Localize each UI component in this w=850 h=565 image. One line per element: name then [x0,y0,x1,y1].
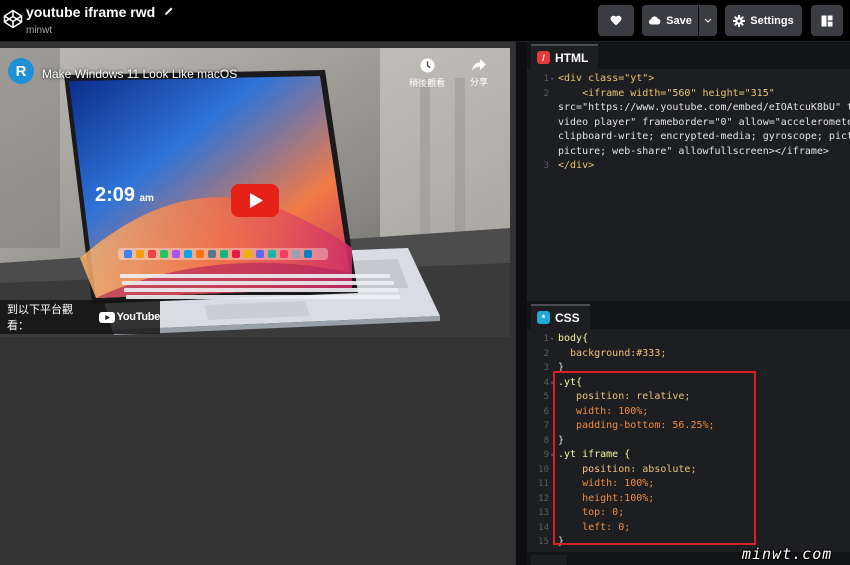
heart-icon [610,15,622,26]
clock-icon [420,58,434,73]
layout-icon [821,15,833,26]
tab-js[interactable] [531,555,567,565]
tab-html[interactable]: / HTML [531,44,599,69]
html-code-editor[interactable]: 1 ▾ <div class="yt"> 2 <iframe width="560"… [527,72,850,174]
pen-owner[interactable]: minwt [26,25,174,36]
channel-avatar[interactable]: R [8,58,34,84]
codepen-logo-icon[interactable] [3,9,23,29]
code-line: video player" frameborder="0" allow="acc… [558,116,850,128]
editor-resize-handle[interactable] [515,42,527,565]
code-line: 2 background:#333; [543,347,667,359]
code-line: picture; web-share" allowfullscreen></if… [558,145,829,157]
watermark: minwt.com [742,545,833,563]
share-button[interactable]: 分享 [456,58,502,88]
play-button-icon[interactable] [231,184,279,217]
settings-button-label: Settings [750,14,794,27]
codepen-editor-window: youtube iframe rwd minwt Save Settings R… [0,0,850,565]
cloud-icon [649,16,661,25]
video-title[interactable]: Make Windows 11 Look Like macOS [42,67,237,81]
code-line: src="https://www.youtube.com/embed/eIOAt… [558,102,850,113]
annotation-highlight-box [553,371,756,545]
watch-on-youtube-bar[interactable]: 到以下平台觀看： YouTube [0,300,160,334]
share-label: 分享 [469,77,488,87]
html-editor-panel: / HTML 1 ▾ <div class="yt"> 2 <iframe widt… [527,42,850,301]
gear-icon [733,14,746,27]
change-view-button[interactable] [811,5,843,36]
result-preview: R Make Windows 11 Look Like macOS 2:09 a… [0,42,515,565]
code-line: 2 <iframe width="560" height="315" [543,87,775,99]
tab-css[interactable]: * CSS [531,304,590,329]
html-badge-icon: / [537,51,550,64]
pencil-icon[interactable] [164,6,174,16]
watch-later-button[interactable]: 稍後觀看 [404,58,450,89]
youtube-logo-icon [98,311,115,323]
chevron-down-icon [704,18,712,23]
pen-title[interactable]: youtube iframe rwd [26,4,155,20]
settings-button[interactable]: Settings [725,5,802,36]
save-button[interactable]: Save [642,5,698,36]
save-button-label: Save [666,14,692,27]
save-options-button[interactable] [699,5,717,36]
header-bar: youtube iframe rwd minwt Save Settings [0,0,850,42]
watch-later-label: 稍後觀看 [408,78,445,88]
code-line: 1 ▾ <div class="yt"> [543,73,655,84]
code-line: 3 </div> [543,160,595,171]
pen-title-area: youtube iframe rwd minwt [26,4,174,36]
screen-clock: 2:09 am [95,184,154,207]
screen-clock-ampm: am [139,193,154,204]
youtube-logo-text: YouTube [116,311,161,323]
tab-css-label: CSS [555,310,580,325]
youtube-logo[interactable]: YouTube [98,311,161,323]
watch-on-label: 到以下平台觀看： [7,304,73,332]
css-badge-icon: * [537,311,550,324]
share-arrow-icon [472,59,486,71]
code-line: clipboard-write; encrypted-media; gyrosc… [558,131,850,142]
love-button[interactable] [598,5,634,36]
code-line: 1 ▾ body{ [543,333,589,344]
youtube-embed[interactable]: R Make Windows 11 Look Like macOS 2:09 a… [0,48,510,337]
css-panel-header: * CSS [527,302,850,329]
tab-html-label: HTML [555,50,589,65]
html-panel-header: / HTML [527,42,850,69]
screen-clock-time: 2:09 [95,184,136,206]
